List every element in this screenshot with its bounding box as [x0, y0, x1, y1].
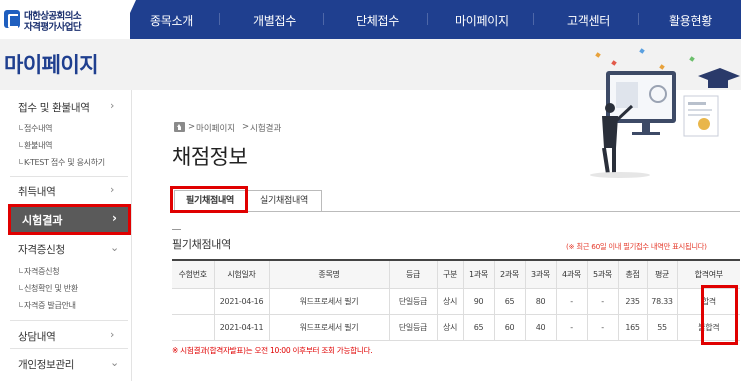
breadcrumb-item-mypage[interactable]: 마이페이지: [196, 122, 235, 134]
subject1-score-cell: 90: [463, 288, 495, 315]
nav-item-mypage[interactable]: 마이페이지: [455, 12, 509, 29]
breadcrumb-separator: >: [188, 122, 196, 132]
column-header: 평균: [647, 259, 678, 289]
column-header: 2과목: [494, 259, 526, 289]
chevron-right-icon[interactable]: ›: [110, 328, 114, 341]
sidebar-item-personal-info[interactable]: 개인정보관리: [18, 357, 74, 372]
total-score-cell: 235: [618, 288, 648, 315]
banner-title: 마이페이지: [4, 53, 99, 77]
result-time-notice: ※ 시험결과(합격자발표)는 오전 10:00 이후부터 조회 가능합니다.: [172, 346, 373, 355]
sidebar-subitem-certificate-issue-guide[interactable]: 자격증 발급안내: [19, 300, 76, 311]
tab-underline: [172, 211, 740, 212]
chevron-down-icon[interactable]: ⌄: [110, 356, 119, 369]
sidebar-subitem-apply-check-return[interactable]: 신청확인 및 반환: [19, 283, 78, 294]
chevron-right-icon[interactable]: ›: [110, 99, 114, 112]
table-header-row: 수험번호 시험일자 종목명 등급 구분 1과목 2과목 3과목 4과목 5과목 …: [172, 259, 740, 289]
sidebar-subitem-ktest[interactable]: K-TEST 접수 및 응시하기: [19, 157, 105, 168]
table-row: 2021-04-16 워드프로세서 필기 단일등급 상시 90 65 80 - …: [172, 288, 740, 315]
column-header: 합격여부: [677, 259, 740, 289]
home-icon[interactable]: [174, 122, 185, 132]
exam-number-cell: [172, 288, 215, 315]
nav-separator: [323, 13, 324, 25]
average-score-cell: 55: [647, 314, 678, 341]
sidebar-item-registration-refund[interactable]: 접수 및 환불내역: [18, 100, 90, 115]
sidebar-item-acquisitions[interactable]: 취득내역: [18, 184, 56, 199]
column-header: 1과목: [463, 259, 495, 289]
subject-name-cell: 워드프로세서 필기: [269, 288, 390, 315]
sidebar-divider: [10, 320, 128, 321]
subject5-score-cell: -: [587, 288, 619, 315]
exam-number-cell: [172, 314, 215, 341]
sidebar-subitem-certificate-apply[interactable]: 자격증신청: [18, 266, 60, 277]
column-header: 종목명: [269, 259, 390, 289]
recent-notice: (※ 최근 60일 이내 필기접수 내역만 표시됩니다): [566, 242, 707, 251]
breadcrumb-separator: >: [242, 122, 250, 132]
subject2-score-cell: 60: [494, 314, 526, 341]
subject-name-cell: 워드프로세서 필기: [269, 314, 390, 341]
sidebar-divider: [10, 348, 128, 349]
section-marker: [172, 229, 181, 230]
sidebar-divider: [10, 176, 128, 177]
type-cell: 상시: [437, 314, 464, 341]
breadcrumb-item-exam-results[interactable]: 시험결과: [250, 122, 281, 134]
sidebar: 접수 및 환불내역 › 접수내역 환불내역 K-TEST 접수 및 응시하기 취…: [0, 90, 132, 381]
column-header: 등급: [389, 259, 438, 289]
subject1-score-cell: 65: [463, 314, 495, 341]
nav-separator: [638, 13, 639, 25]
chevron-right-icon[interactable]: ›: [110, 183, 114, 196]
nav-separator: [427, 13, 428, 25]
sidebar-subitem-registrations[interactable]: 접수내역: [18, 123, 53, 134]
column-header: 구분: [437, 259, 464, 289]
graduate-illustration: [590, 68, 740, 178]
subject3-score-cell: 80: [525, 288, 557, 315]
sidebar-item-label: 시험결과: [22, 214, 63, 227]
pass-status-cell: 불합격: [677, 314, 740, 341]
sidebar-item-exam-results[interactable]: 시험결과 ›: [10, 206, 128, 232]
column-header: 시험일자: [214, 259, 270, 289]
nav-item-usage-status[interactable]: 활용현황: [669, 12, 712, 29]
subject2-score-cell: 65: [494, 288, 526, 315]
nav-separator: [219, 13, 220, 25]
column-header: 수험번호: [172, 259, 215, 289]
exam-date-cell: 2021-04-16: [214, 288, 270, 315]
top-navigation-bar: 대한상공회의소 자격평가사업단 종목소개 개별접수 단체접수 마이페이지 고객센…: [0, 0, 741, 39]
sidebar-item-certificate-apply[interactable]: 자격증신청: [18, 242, 65, 257]
chevron-right-icon: ›: [112, 211, 117, 225]
nav-item-customer-center[interactable]: 고객센터: [567, 12, 610, 29]
exam-date-cell: 2021-04-11: [214, 314, 270, 341]
score-table: 수험번호 시험일자 종목명 등급 구분 1과목 2과목 3과목 4과목 5과목 …: [172, 259, 740, 341]
tab-written-scores[interactable]: 필기채점내역: [174, 190, 246, 212]
logo[interactable]: 대한상공회의소 자격평가사업단: [0, 0, 130, 39]
logo-line2: 자격평가사업단: [24, 22, 82, 33]
logo-mark-icon: [4, 10, 20, 28]
page-title: 채점정보: [172, 145, 248, 169]
tab-practical-scores[interactable]: 실기채점내역: [246, 190, 322, 212]
nav-item-course-info[interactable]: 종목소개: [150, 12, 193, 29]
sidebar-item-consultations[interactable]: 상담내역: [18, 329, 56, 344]
table-row: 2021-04-11 워드프로세서 필기 단일등급 상시 65 60 40 - …: [172, 314, 740, 341]
type-cell: 상시: [437, 288, 464, 315]
total-score-cell: 165: [618, 314, 648, 341]
grade-cell: 단일등급: [389, 314, 438, 341]
subject4-score-cell: -: [556, 314, 588, 341]
sidebar-subitem-refunds[interactable]: 환불내역: [18, 140, 53, 151]
grade-cell: 단일등급: [389, 288, 438, 315]
section-title: 필기채점내역: [172, 238, 231, 251]
column-header: 4과목: [556, 259, 588, 289]
average-score-cell: 78.33: [647, 288, 678, 315]
subject4-score-cell: -: [556, 288, 588, 315]
subject3-score-cell: 40: [525, 314, 557, 341]
logo-divider: [118, 0, 136, 39]
column-header: 5과목: [587, 259, 619, 289]
chevron-down-icon[interactable]: ⌄: [110, 241, 119, 254]
pass-status-cell: 합격: [677, 288, 740, 315]
column-header: 3과목: [525, 259, 557, 289]
column-header: 총점: [618, 259, 648, 289]
nav-item-individual-apply[interactable]: 개별접수: [253, 12, 296, 29]
nav-separator: [533, 13, 534, 25]
nav-item-group-apply[interactable]: 단체접수: [356, 12, 399, 29]
subject5-score-cell: -: [587, 314, 619, 341]
